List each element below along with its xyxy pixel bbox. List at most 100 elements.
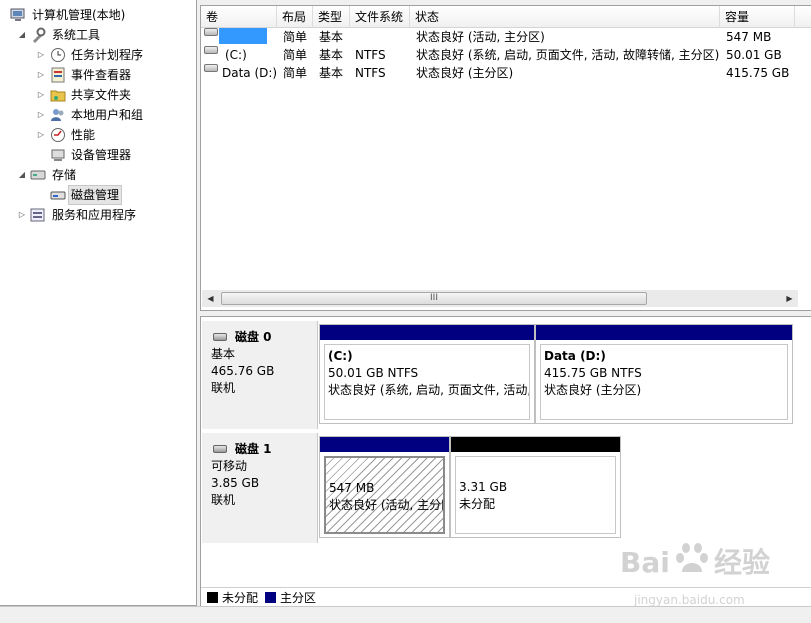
legend-swatch-unallocated	[207, 592, 218, 603]
tree-item-label: 设备管理器	[71, 148, 132, 162]
tree-item-label: 计算机管理(本地)	[32, 8, 126, 22]
table-row[interactable]: Data (D:) 简单 基本 NTFS 状态良好 (主分区) 415.75 G…	[201, 64, 811, 82]
disk-management-icon	[50, 187, 66, 203]
legend-swatch-primary	[265, 592, 276, 603]
expanded-arrow-icon[interactable]: ◢	[17, 30, 27, 40]
partition-size: 50.01 GB NTFS	[328, 366, 419, 380]
tree-item-storage[interactable]: ◢ 存储	[0, 165, 196, 185]
partition-removable-primary[interactable]: 547 MB 状态良好 (活动, 主分区)	[319, 436, 450, 538]
partition-c[interactable]: (C:) 50.01 GB NTFS 状态良好 (系统, 启动, 页面文件, 活…	[319, 324, 535, 424]
cell-layout: 简单	[283, 48, 308, 62]
disk-icon	[213, 333, 227, 341]
column-header-status[interactable]: 状态	[410, 6, 720, 28]
tree-item-computer-management[interactable]: 计算机管理(本地)	[0, 5, 196, 25]
cell-layout: 简单	[283, 66, 308, 80]
clock-icon	[50, 47, 66, 63]
collapsed-arrow-icon[interactable]: ▷	[36, 70, 46, 80]
drive-icon	[204, 64, 218, 72]
horizontal-scrollbar[interactable]: ◀ III ▶	[202, 290, 798, 307]
tools-icon	[30, 27, 46, 43]
partition-details: Data (D:) 415.75 GB NTFS 状态良好 (主分区)	[540, 344, 788, 420]
tree-item-event-viewer[interactable]: ▷ 事件查看器	[0, 65, 196, 85]
tree-item-services-applications[interactable]: ▷ 服务和应用程序	[0, 205, 196, 225]
tree-item-shared-folders[interactable]: ▷ 共享文件夹	[0, 85, 196, 105]
baidu-watermark-logo: Bai 经验 jingyan.baidu.com	[614, 536, 799, 616]
collapsed-arrow-icon[interactable]: ▷	[36, 50, 46, 60]
selected-volume-name	[219, 28, 267, 44]
partition-details: 547 MB 状态良好 (活动, 主分区)	[324, 456, 445, 534]
primary-partition-bar	[536, 325, 792, 340]
cell-status: 状态良好 (系统, 启动, 页面文件, 活动, 故障转储, 主分区)	[416, 48, 720, 62]
table-row[interactable]: (C:) 简单 基本 NTFS 状态良好 (系统, 启动, 页面文件, 活动, …	[201, 46, 811, 64]
primary-partition-bar	[320, 437, 449, 452]
cell-type: 基本	[319, 30, 344, 44]
cell-filesystem: NTFS	[355, 66, 386, 80]
disk-0-info[interactable]: 磁盘 0 基本 465.76 GB 联机	[202, 321, 318, 429]
partition-status: 未分配	[459, 497, 496, 511]
services-icon	[30, 207, 46, 223]
cell-volume: (C:)	[225, 48, 247, 62]
column-header-layout[interactable]: 布局	[277, 6, 313, 28]
tree-item-task-scheduler[interactable]: ▷ 任务计划程序	[0, 45, 196, 65]
cell-layout: 简单	[283, 30, 308, 44]
drive-icon	[204, 46, 218, 54]
disk-state: 联机	[211, 493, 236, 507]
partition-size: 3.31 GB	[459, 480, 508, 494]
collapsed-arrow-icon[interactable]: ▷	[36, 130, 46, 140]
cell-type: 基本	[319, 66, 344, 80]
cell-volume: Data (D:)	[222, 66, 278, 80]
cell-filesystem: NTFS	[355, 48, 386, 62]
svg-text:jingyan.baidu.com: jingyan.baidu.com	[633, 593, 745, 607]
tree-item-label: 系统工具	[52, 28, 101, 42]
collapsed-arrow-icon[interactable]: ▷	[36, 90, 46, 100]
svg-text:经验: 经验	[714, 546, 770, 579]
collapsed-arrow-icon[interactable]: ▷	[36, 110, 46, 120]
disk-size: 3.85 GB	[211, 476, 260, 490]
tree-item-device-manager[interactable]: 设备管理器	[0, 145, 196, 165]
tree-item-system-tools[interactable]: ◢ 系统工具	[0, 25, 196, 45]
scroll-right-arrow-icon[interactable]: ▶	[781, 290, 798, 307]
disk-name: 磁盘 1	[211, 441, 317, 458]
tree-item-performance[interactable]: ▷ 性能	[0, 125, 196, 145]
tree-item-label: 磁盘管理	[68, 185, 123, 205]
partition-title: Data (D:)	[544, 349, 606, 363]
disk-size: 465.76 GB	[211, 364, 275, 378]
disk-name: 磁盘 0	[211, 329, 317, 346]
cell-capacity: 415.75 GB	[726, 66, 790, 80]
cell-capacity: 50.01 GB	[726, 48, 782, 62]
scroll-left-arrow-icon[interactable]: ◀	[202, 290, 219, 307]
computer-management-icon	[10, 7, 26, 23]
performance-icon	[50, 127, 66, 143]
cell-status: 状态良好 (活动, 主分区)	[416, 30, 545, 44]
storage-icon	[30, 167, 46, 183]
column-header-filesystem[interactable]: 文件系统	[350, 6, 410, 28]
partition-unallocated[interactable]: 3.31 GB 未分配	[450, 436, 621, 538]
tree-item-label: 任务计划程序	[71, 48, 144, 62]
event-viewer-icon	[50, 67, 66, 83]
cell-capacity: 547 MB	[726, 30, 772, 44]
disk-1-info[interactable]: 磁盘 1 可移动 3.85 GB 联机	[202, 433, 318, 543]
legend-label-unallocated: 未分配	[222, 591, 259, 605]
tree-item-local-users-groups[interactable]: ▷ 本地用户和组	[0, 105, 196, 125]
column-header-capacity[interactable]: 容量	[720, 6, 795, 28]
device-manager-icon	[50, 147, 66, 163]
users-icon	[50, 107, 66, 123]
primary-partition-bar	[320, 325, 534, 340]
cell-status: 状态良好 (主分区)	[416, 66, 514, 80]
tree-item-disk-management[interactable]: 磁盘管理	[0, 185, 196, 205]
collapsed-arrow-icon[interactable]: ▷	[17, 210, 27, 220]
expanded-arrow-icon[interactable]: ◢	[17, 170, 27, 180]
partition-details: (C:) 50.01 GB NTFS 状态良好 (系统, 启动, 页面文件, 活…	[324, 344, 530, 420]
partition-title: (C:)	[328, 349, 353, 363]
partition-status: 状态良好 (活动, 主分区)	[329, 498, 445, 512]
tree-item-label: 本地用户和组	[71, 108, 144, 122]
table-row[interactable]: 简单 基本 状态良好 (活动, 主分区) 547 MB	[201, 28, 811, 46]
disk-state: 联机	[211, 381, 236, 395]
column-header-volume[interactable]: 卷	[201, 6, 277, 28]
column-header-type[interactable]: 类型	[313, 6, 350, 28]
partition-size: 547 MB	[329, 481, 375, 495]
partition-d[interactable]: Data (D:) 415.75 GB NTFS 状态良好 (主分区)	[535, 324, 793, 424]
tree-item-label: 共享文件夹	[71, 88, 132, 102]
partition-status: 状态良好 (系统, 启动, 页面文件, 活动,	[328, 383, 530, 397]
scroll-thumb[interactable]: III	[221, 292, 647, 305]
